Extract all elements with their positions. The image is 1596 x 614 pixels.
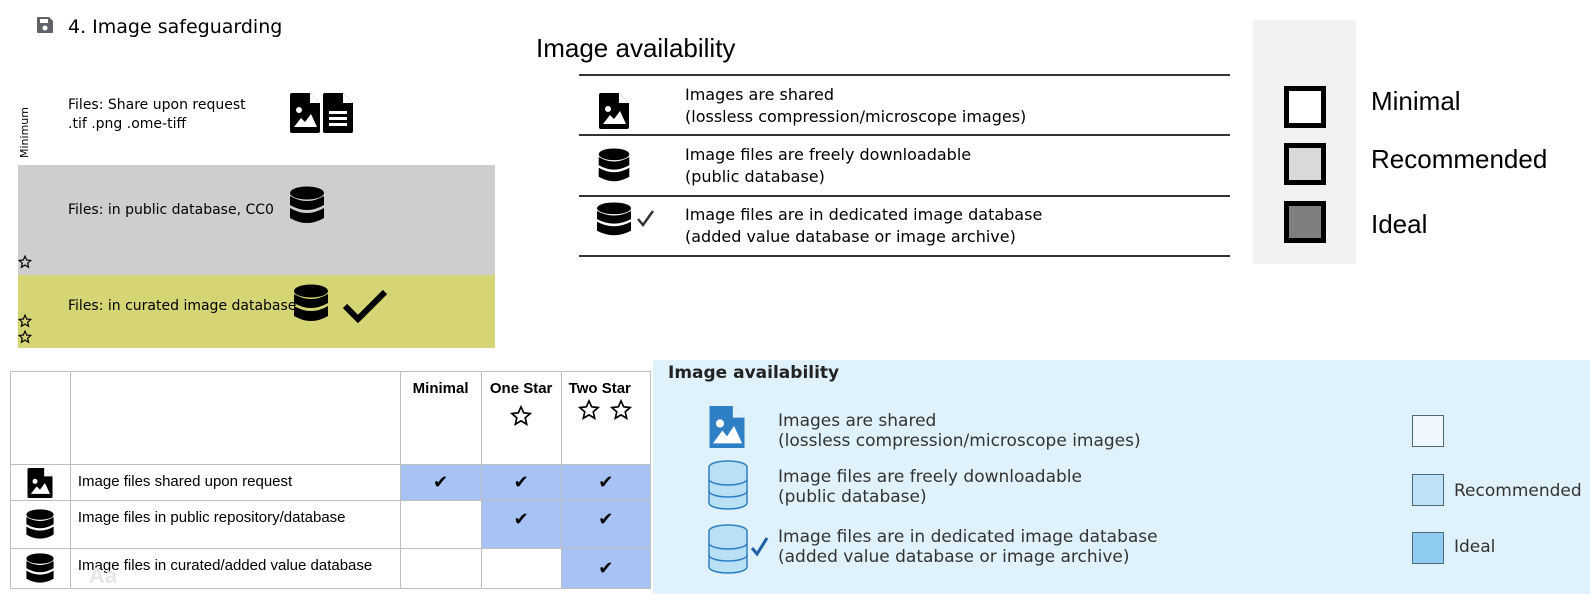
column-header-one-star: One Star: [480, 371, 562, 465]
table-row: Image files in curated/added value datab…: [10, 548, 651, 589]
availability-panel-title: Image availability: [668, 363, 840, 383]
watermark: Aa: [88, 563, 117, 588]
image-and-document-file-icons: [290, 93, 354, 133]
divider: [579, 74, 1230, 76]
legend-label: Minimal: [1371, 86, 1461, 116]
availability-row-text: Images are shared (lossless compression/…: [685, 85, 1027, 126]
database-icon: [293, 284, 329, 324]
database-icon: [707, 460, 749, 510]
share-upon-request-text: Files: Share upon request .tif .png .ome…: [68, 97, 246, 132]
check-cell: ✔: [560, 500, 651, 549]
star-icon: [18, 330, 32, 344]
image-file-icon: [709, 406, 745, 448]
image-file-icon: [290, 93, 320, 133]
check-cell: ✔: [480, 464, 562, 501]
star-icon: [510, 405, 533, 426]
criteria-table-container: Minimal One Star Two Star Image files sh…: [10, 371, 651, 591]
star-icon: [577, 399, 600, 420]
column-header-two-star: Two Star: [560, 371, 651, 465]
public-database-band: [18, 165, 495, 275]
legend-swatch-ideal: [1284, 201, 1326, 243]
database-icon: [289, 186, 325, 226]
empty-cell: [399, 548, 482, 589]
empty-cell: [480, 548, 562, 589]
database-check-icon: [596, 202, 656, 238]
check-cell: ✔: [399, 464, 482, 501]
section-title: 4. Image safeguarding: [68, 16, 283, 38]
row-label: Image files shared upon request: [69, 464, 401, 501]
availability-title: Image availability: [536, 33, 736, 63]
divider: [579, 255, 1230, 257]
criteria-table: Minimal One Star Two Star Image files sh…: [10, 371, 651, 589]
empty-cell: [399, 500, 482, 549]
check-cell: ✔: [480, 500, 562, 549]
row-label: Image files in public repository/databas…: [69, 500, 401, 549]
image-file-icon: [10, 464, 71, 501]
availability-row-text: Image files are in dedicated image datab…: [778, 527, 1158, 567]
legend-swatch-recommended: [1284, 143, 1326, 185]
table-header-cell: [10, 371, 71, 465]
legend-swatch-ideal: [1412, 532, 1444, 564]
availability-row-text: Images are shared (lossless compression/…: [778, 411, 1141, 451]
check-cell: ✔: [560, 548, 651, 589]
star-icon: [18, 314, 32, 328]
table-row: Image files in public repository/databas…: [10, 500, 651, 549]
legend-label: Ideal: [1454, 537, 1496, 557]
image-file-icon: [596, 93, 632, 129]
table-row: Image files shared upon request ✔ ✔ ✔: [10, 464, 651, 501]
row-label-text: Image files in curated/added value datab…: [77, 557, 373, 574]
column-header-minimal: Minimal: [399, 371, 482, 465]
check-cell: ✔: [560, 464, 651, 501]
legend-swatch-minimal: [1284, 86, 1326, 128]
minimum-label: Minimum: [18, 107, 31, 158]
curated-database-text: Files: in curated image database: [68, 298, 297, 314]
availability-row-text: Image files are freely downloadable (pub…: [778, 467, 1082, 507]
checkmark-icon: [342, 288, 388, 324]
legend-label: Ideal: [1371, 209, 1428, 239]
row-label: Image files in curated/added value datab…: [69, 548, 401, 589]
public-database-text: Files: in public database, CC0: [68, 202, 274, 218]
divider: [579, 195, 1230, 197]
database-icon: [10, 548, 71, 589]
legend-swatch-minimal: [1412, 415, 1444, 447]
star-icon: [18, 255, 32, 269]
save-icon[interactable]: [36, 16, 54, 34]
availability-row-text: Image files are freely downloadable (pub…: [685, 145, 972, 186]
divider: [579, 134, 1230, 136]
star-icon: [609, 399, 632, 420]
database-icon: [596, 148, 632, 184]
legend-label: Recommended: [1371, 144, 1548, 174]
legend-label: Recommended: [1454, 481, 1582, 501]
document-file-icon: [323, 93, 353, 133]
legend-swatch-recommended: [1412, 474, 1444, 506]
table-header-cell: [69, 371, 401, 465]
database-icon: [10, 500, 71, 549]
database-check-icon: [707, 524, 773, 574]
availability-row-text: Image files are in dedicated image datab…: [685, 205, 1043, 246]
